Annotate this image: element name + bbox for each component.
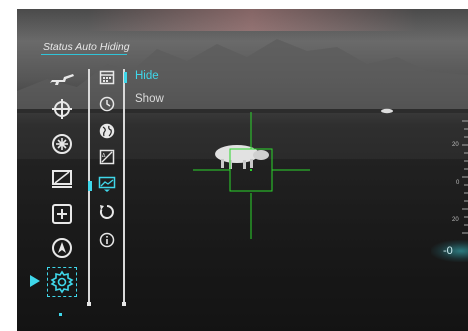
svg-text:Δ: Δ: [102, 153, 106, 159]
horizon: [17, 109, 468, 113]
ruler-label-middle: 0: [456, 180, 460, 186]
selection-pointer-icon: [30, 275, 40, 287]
submenu-title: Status Auto Hiding: [43, 41, 130, 53]
info-icon[interactable]: [96, 229, 118, 251]
clock-icon[interactable]: [96, 93, 118, 115]
zoom-icon[interactable]: [47, 201, 77, 227]
rail-end-left: [87, 302, 91, 306]
status-display-icon[interactable]: [96, 173, 118, 195]
ruler-label-top: 20: [452, 142, 459, 148]
calendar-icon[interactable]: [96, 66, 118, 88]
pip-icon[interactable]: [47, 166, 77, 192]
color-mode-icon[interactable]: [47, 131, 77, 157]
reset-icon[interactable]: [96, 201, 118, 223]
thermal-scene: [17, 39, 468, 331]
option-hide[interactable]: Hide: [135, 70, 159, 82]
reticle-center: [250, 169, 252, 171]
calibration-icon[interactable]: Δ: [96, 146, 118, 168]
distant-animal: [381, 108, 393, 114]
option-show[interactable]: Show: [135, 93, 164, 105]
menu-rail-right: [123, 69, 125, 303]
rail-end-right: [122, 302, 126, 306]
ground: [17, 159, 468, 331]
angle-readout: -0: [431, 240, 468, 262]
page-dot-active: [59, 313, 62, 316]
reticle-icon[interactable]: [47, 96, 77, 122]
rifle-icon[interactable]: [47, 66, 77, 92]
submenu-selection-marker: [88, 181, 92, 191]
compass-icon[interactable]: [47, 235, 77, 261]
ruler-label-bottom: 20: [452, 217, 459, 223]
globe-icon[interactable]: [96, 120, 118, 142]
selected-menu-frame: [47, 267, 77, 297]
option-selection-bar: [124, 72, 127, 83]
page-indicator: [59, 303, 66, 321]
title-underline: [41, 54, 127, 55]
thermal-viewfinder: Status Auto Hiding Δ Hide Show 20 0 20 -…: [17, 9, 468, 331]
